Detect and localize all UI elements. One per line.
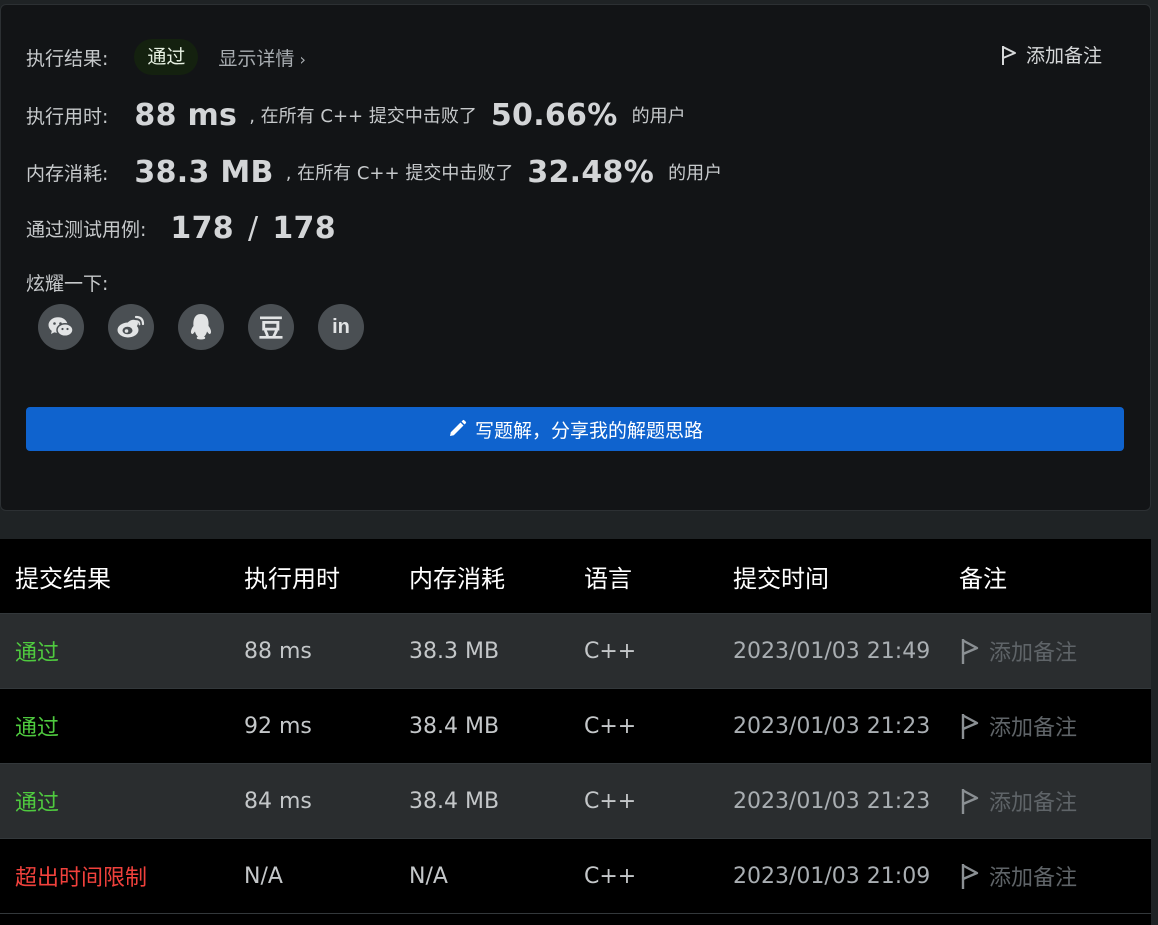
status-badge: 通过 (134, 39, 199, 75)
flag-icon (961, 714, 979, 739)
row-runtime: 88 ms (244, 638, 312, 664)
row-runtime: 84 ms (244, 788, 312, 814)
header-note: 备注 (959, 564, 1007, 593)
table-row[interactable]: 通过 88 ms 38.3 MB C++ 2023/01/03 21:49 添加… (0, 614, 1151, 689)
testcases-total: 178 (272, 210, 336, 246)
header-memory: 内存消耗 (409, 564, 505, 593)
row-runtime: 92 ms (244, 713, 312, 739)
share-row: 炫耀一下: (26, 267, 108, 297)
memory-beats-text: , 在所有 C++ 提交中击败了 (285, 163, 514, 184)
row-language: C++ (584, 863, 637, 889)
row-language: C++ (584, 638, 637, 664)
header-result: 提交结果 (15, 564, 111, 593)
flag-icon (961, 789, 979, 814)
row-add-note-label: 添加备注 (989, 641, 1078, 666)
qq-icon[interactable] (178, 304, 224, 350)
memory-suffix: 的用户 (668, 163, 723, 184)
testcases-label: 通过测试用例: (26, 218, 147, 241)
flag-icon (1001, 45, 1016, 65)
row-memory: 38.4 MB (409, 788, 500, 814)
testcases-row: 通过测试用例: 178 / 178 (26, 206, 336, 250)
row-result[interactable]: 通过 (0, 710, 229, 742)
row-add-note-label: 添加备注 (989, 716, 1078, 741)
row-submit-time: 2023/01/03 21:09 (733, 863, 931, 889)
result-card: 执行结果: 通过 显示详情 › 添加备注 执行用时: 88 ms , 在所有 C+… (0, 4, 1151, 511)
row-result[interactable]: 超出时间限制 (0, 860, 229, 892)
row-runtime: N/A (244, 863, 283, 889)
submissions-table: 提交结果 执行用时 内存消耗 语言 提交时间 备注 通过 88 ms 38.3 … (0, 539, 1151, 925)
row-add-note-button[interactable]: 添加备注 (959, 860, 1151, 892)
result-row: 执行结果: 通过 显示详情 › (26, 37, 306, 77)
runtime-row: 执行用时: 88 ms , 在所有 C++ 提交中击败了 50.66% 的用户 (26, 93, 686, 137)
header-language: 语言 (584, 564, 632, 593)
row-add-note-button[interactable]: 添加备注 (959, 710, 1151, 742)
row-memory: 38.4 MB (409, 713, 500, 739)
row-result[interactable]: 通过 (0, 785, 229, 817)
pencil-icon (449, 419, 467, 436)
testcases-passed: 178 (170, 210, 234, 246)
table-row[interactable]: 通过 84 ms 38.4 MB C++ 2023/01/03 21:23 添加… (0, 764, 1151, 839)
flag-icon (961, 864, 979, 889)
row-memory: N/A (409, 863, 448, 889)
runtime-percent: 50.66% (490, 97, 618, 133)
row-add-note-button[interactable]: 添加备注 (959, 635, 1151, 667)
memory-percent: 32.48% (527, 154, 655, 190)
header-runtime: 执行用时 (244, 564, 340, 593)
weibo-icon[interactable] (108, 304, 154, 350)
testcases-separator: / (247, 210, 259, 246)
show-details-link[interactable]: 显示详情 › (218, 44, 305, 71)
row-add-note-label: 添加备注 (989, 866, 1078, 891)
runtime-suffix: 的用户 (631, 106, 686, 127)
show-details-label: 显示详情 (218, 47, 295, 70)
wechat-icon[interactable] (38, 304, 84, 350)
row-add-note-label: 添加备注 (989, 791, 1078, 816)
write-solution-button[interactable]: 写题解，分享我的解题思路 (26, 407, 1124, 451)
row-memory: 38.3 MB (409, 638, 500, 664)
row-submit-time: 2023/01/03 21:23 (733, 713, 931, 739)
add-note-button[interactable]: 添加备注 (1000, 41, 1102, 68)
row-language: C++ (584, 788, 637, 814)
table-row[interactable]: 超出时间限制 N/A N/A C++ 2023/01/03 21:09 添加备注 (0, 839, 1151, 914)
memory-row: 内存消耗: 38.3 MB , 在所有 C++ 提交中击败了 32.48% 的用… (26, 150, 722, 194)
result-label: 执行结果: (26, 47, 109, 70)
header-submit-time: 提交时间 (733, 564, 829, 593)
table-row[interactable]: 通过 92 ms 38.4 MB C++ 2023/01/03 21:23 添加… (0, 689, 1151, 764)
chevron-right-icon: › (299, 49, 306, 69)
linkedin-glyph: in (332, 315, 350, 338)
table-header: 提交结果 执行用时 内存消耗 语言 提交时间 备注 (0, 539, 1151, 614)
add-note-label: 添加备注 (1025, 45, 1102, 67)
linkedin-icon[interactable]: in (318, 304, 364, 350)
douban-icon[interactable]: 豆 (248, 304, 294, 350)
flag-icon (961, 639, 979, 664)
runtime-beats-text: , 在所有 C++ 提交中击败了 (249, 106, 477, 127)
row-submit-time: 2023/01/03 21:49 (733, 638, 931, 664)
memory-label: 内存消耗: (26, 162, 109, 185)
runtime-value: 88 ms (134, 97, 238, 133)
share-label: 炫耀一下: (26, 272, 109, 295)
row-submit-time: 2023/01/03 21:23 (733, 788, 931, 814)
share-buttons: 豆 in (38, 304, 388, 350)
douban-glyph: 豆 (258, 314, 284, 343)
row-result[interactable]: 通过 (0, 635, 229, 667)
write-solution-label: 写题解，分享我的解题思路 (474, 419, 703, 442)
row-language: C++ (584, 713, 637, 739)
memory-value: 38.3 MB (134, 154, 274, 190)
runtime-label: 执行用时: (26, 105, 109, 128)
row-add-note-button[interactable]: 添加备注 (959, 785, 1151, 817)
